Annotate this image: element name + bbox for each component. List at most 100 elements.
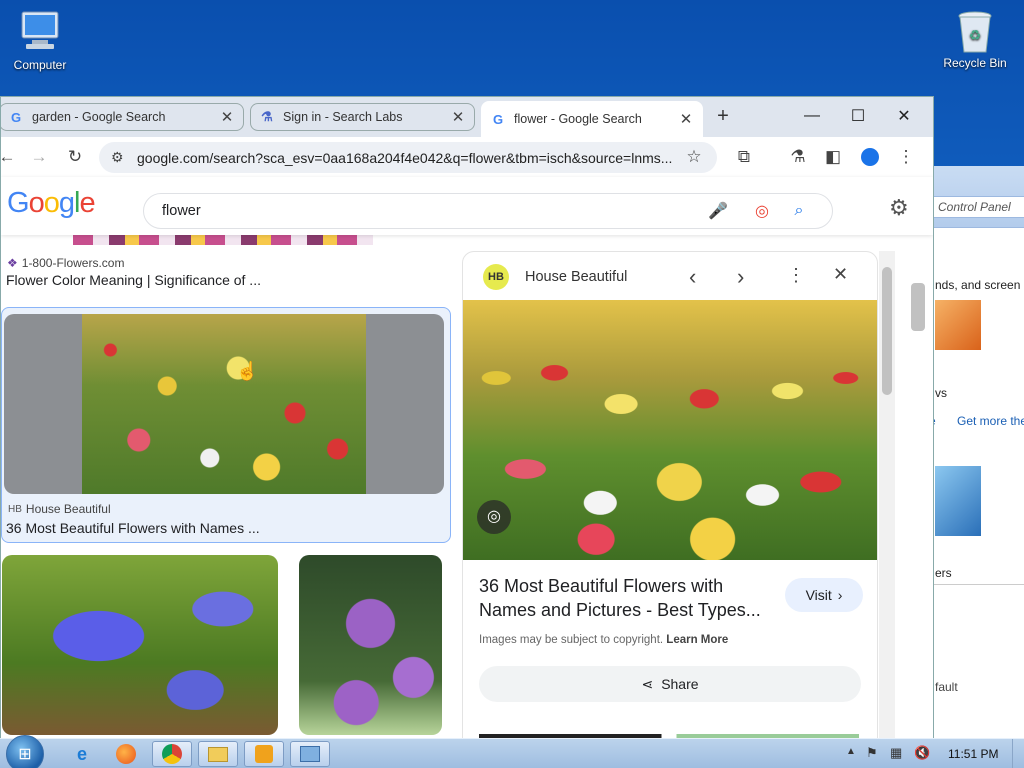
result-thumbnail[interactable] xyxy=(4,314,444,494)
bookmark-star-icon[interactable]: ☆ xyxy=(682,145,706,169)
chrome-window[interactable]: G garden - Google Search ✕ ⚗ Sign in - S… xyxy=(0,96,934,740)
start-button[interactable]: ⊞ xyxy=(6,735,44,768)
voice-search-icon[interactable]: 🎤 xyxy=(696,201,740,221)
hand-cursor-icon: ☝ xyxy=(236,361,259,381)
control-panel-snippet: vs xyxy=(935,386,947,400)
control-panel-address[interactable]: Control Panel xyxy=(933,196,1024,218)
learn-more-link[interactable]: Learn More xyxy=(666,634,728,646)
google-favicon-icon: G xyxy=(492,111,504,127)
control-panel-snippet: nds, and screen s xyxy=(935,278,1024,292)
new-tab-button[interactable]: + xyxy=(711,105,735,129)
close-preview-icon[interactable]: ✕ xyxy=(833,264,848,285)
recycle-bin-label: Recycle Bin xyxy=(943,56,1007,70)
side-panel-icon[interactable]: ◧ xyxy=(821,145,845,169)
volume-muted-icon[interactable]: 🔇 xyxy=(914,745,930,761)
page-scrollbar[interactable] xyxy=(911,283,925,331)
search-query[interactable]: flower xyxy=(162,203,696,219)
scrollbar-thumb[interactable] xyxy=(882,267,892,395)
system-clock[interactable]: 11:51 PM xyxy=(948,747,998,761)
share-label: Share xyxy=(661,676,699,692)
close-tab-icon[interactable]: ✕ xyxy=(678,110,694,128)
tab-search-labs[interactable]: ⚗ Sign in - Search Labs ✕ xyxy=(250,103,475,131)
taskbar-ie-icon[interactable]: e xyxy=(62,741,102,767)
control-panel-window[interactable]: Control Panel nds, and screen s vs e Get… xyxy=(928,166,1024,738)
google-header: Google flower 🎤 ◎ ⌕ ⚙ xyxy=(1,177,933,235)
visit-button[interactable]: Visit › xyxy=(785,578,863,612)
copyright-text: Images may be subject to copyright. xyxy=(479,634,664,646)
forward-button[interactable]: → xyxy=(27,145,51,169)
result-thumbnail[interactable] xyxy=(73,235,373,245)
tulip-image xyxy=(82,314,366,494)
control-panel-divider xyxy=(929,584,1024,585)
close-tab-icon[interactable]: ✕ xyxy=(450,108,466,126)
tab-flower[interactable]: G flower - Google Search ✕ xyxy=(481,101,703,137)
more-options-icon[interactable]: ⋮ xyxy=(787,265,805,286)
lens-search-icon[interactable]: ◎ xyxy=(477,500,511,534)
result-title[interactable]: Flower Color Meaning | Significance of .… xyxy=(6,272,261,288)
google-logo[interactable]: Google xyxy=(7,187,96,220)
taskbar-media-player-icon[interactable] xyxy=(244,741,284,767)
next-arrow-icon[interactable]: › xyxy=(737,264,744,290)
result-source[interactable]: HB House Beautiful xyxy=(8,502,111,516)
preview-image[interactable] xyxy=(463,300,877,560)
source-label: 1-800-Flowers.com xyxy=(21,256,125,270)
url-text: google.com/search?sca_esv=0aa168a204f4e0… xyxy=(137,149,673,166)
computer-label: Computer xyxy=(13,58,67,72)
search-icon[interactable]: ⌕ xyxy=(784,202,814,220)
tab-label: garden - Google Search xyxy=(32,110,166,124)
control-panel-snippet: fault xyxy=(935,680,958,694)
result-source[interactable]: ❖ 1-800-Flowers.com xyxy=(7,256,124,270)
action-center-flag-icon[interactable]: ⚑ xyxy=(866,745,878,761)
taskbar-firefox-icon[interactable] xyxy=(106,741,146,767)
previous-arrow-icon[interactable]: ‹ xyxy=(689,264,696,290)
lens-icon[interactable]: ◎ xyxy=(740,201,784,221)
result-title[interactable]: 36 Most Beautiful Flowers with Names ... xyxy=(6,520,260,536)
search-labs-icon[interactable]: ⚗ xyxy=(786,145,810,169)
close-tab-icon[interactable]: ✕ xyxy=(219,108,235,126)
show-hidden-icons-icon[interactable]: ▲ xyxy=(846,746,856,757)
selected-result-card[interactable]: HB House Beautiful 36 Most Beautiful Flo… xyxy=(1,307,451,543)
control-panel-link[interactable]: Get more the xyxy=(957,414,1024,428)
profile-avatar-icon[interactable] xyxy=(858,145,882,169)
tab-label: Sign in - Search Labs xyxy=(283,110,403,124)
minimize-button[interactable]: — xyxy=(789,97,835,135)
preview-title[interactable]: 36 Most Beautiful Flowers with Names and… xyxy=(479,574,761,622)
preview-site-name[interactable]: House Beautiful xyxy=(525,269,627,285)
hb-badge: HB xyxy=(483,264,509,290)
show-desktop-button[interactable] xyxy=(1012,739,1024,768)
image-preview-panel: HB House Beautiful ‹ › ⋮ ✕ ◎ 36 Most Bea… xyxy=(462,251,878,739)
share-button[interactable]: ⋖ Share xyxy=(479,666,861,702)
reload-button[interactable]: ↻ xyxy=(63,145,87,169)
address-bar[interactable]: ⚙ google.com/search?sca_esv=0aa168a204f4… xyxy=(99,142,717,173)
chevron-right-icon: › xyxy=(837,587,843,603)
flask-icon: ⚗ xyxy=(261,109,273,124)
recycle-bin-icon: ♻ xyxy=(951,8,999,53)
computer-desktop-icon[interactable]: Computer xyxy=(0,10,80,72)
source-label: House Beautiful xyxy=(25,502,111,516)
result-thumbnail[interactable] xyxy=(2,555,278,735)
share-icon: ⋖ xyxy=(641,675,654,692)
search-box[interactable]: flower 🎤 ◎ ⌕ xyxy=(143,193,833,229)
control-panel-image xyxy=(935,300,981,350)
taskbar-control-panel-icon[interactable] xyxy=(290,741,330,767)
svg-text:♻: ♻ xyxy=(969,27,982,43)
visit-label: Visit xyxy=(805,587,832,603)
copyright-note: Images may be subject to copyright. Lear… xyxy=(479,634,728,646)
tab-garden[interactable]: G garden - Google Search ✕ xyxy=(1,103,244,131)
image-results: ❖ 1-800-Flowers.com Flower Color Meaning… xyxy=(1,235,933,739)
maximize-button[interactable]: ☐ xyxy=(835,97,881,135)
source-favicon-icon: HB xyxy=(8,503,22,515)
back-button[interactable]: ← xyxy=(1,145,19,169)
menu-kebab-icon[interactable]: ⋮ xyxy=(894,145,918,169)
network-icon[interactable]: ▦ xyxy=(890,745,902,761)
site-settings-icon[interactable]: ⚙ xyxy=(111,149,124,166)
preview-scrollbar[interactable] xyxy=(879,251,895,739)
extensions-icon[interactable]: ⧉ xyxy=(732,145,756,169)
settings-gear-icon[interactable]: ⚙ xyxy=(889,195,909,221)
close-window-button[interactable]: ✕ xyxy=(881,97,927,135)
result-thumbnail[interactable] xyxy=(299,555,442,735)
preview-title-line: Names and Pictures - Best Types... xyxy=(479,600,761,620)
taskbar-explorer-icon[interactable] xyxy=(198,741,238,767)
recycle-bin-desktop-icon[interactable]: ♻ Recycle Bin xyxy=(935,8,1015,70)
taskbar-chrome-icon[interactable] xyxy=(152,741,192,767)
